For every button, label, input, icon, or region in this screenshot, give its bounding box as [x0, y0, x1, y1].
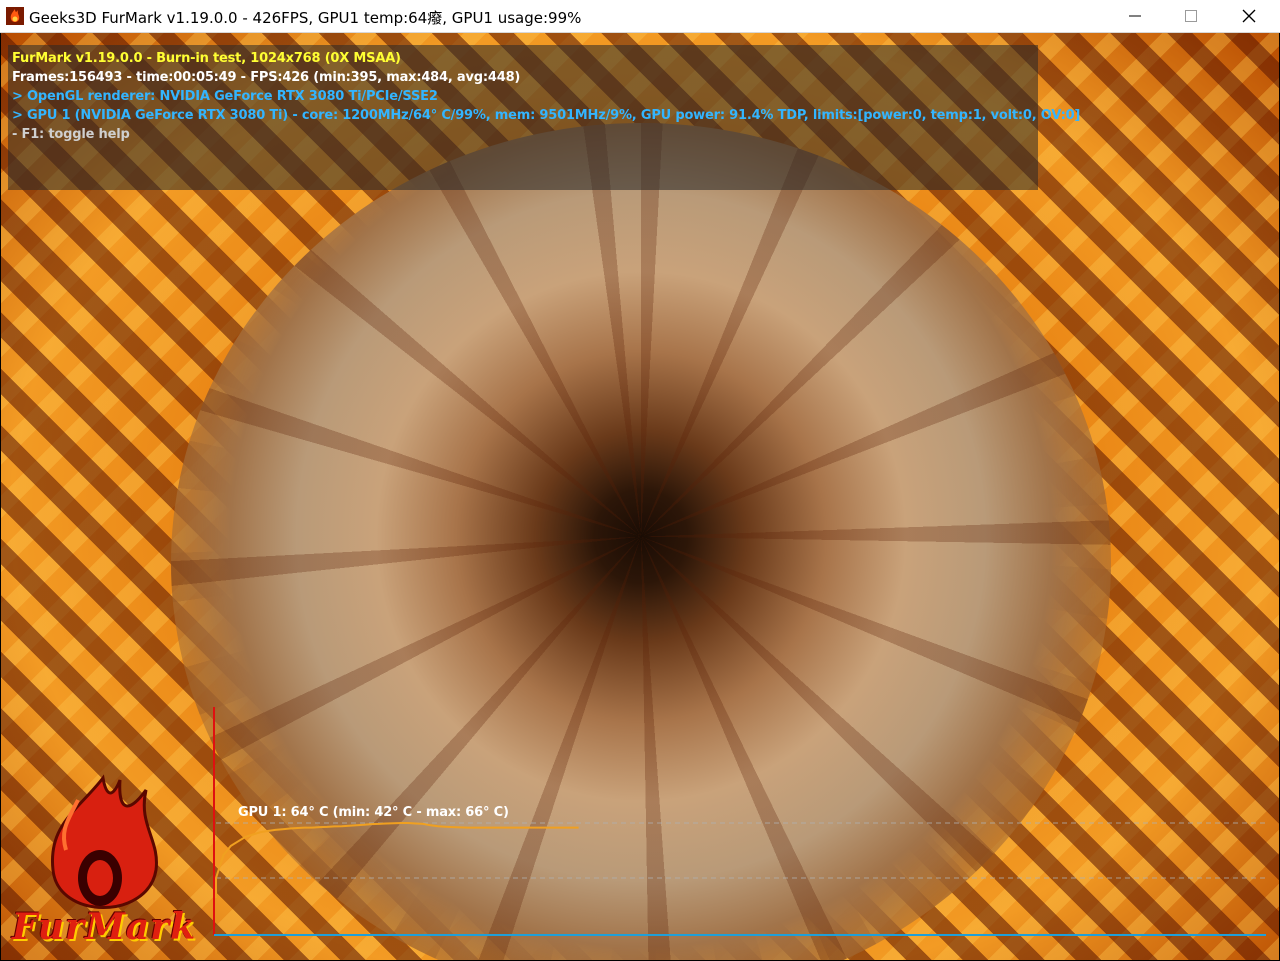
- minimize-button[interactable]: [1106, 0, 1164, 32]
- furmark-window: Geeks3D FurMark v1.19.0.0 - 426FPS, GPU1…: [0, 0, 1280, 961]
- title-bar[interactable]: Geeks3D FurMark v1.19.0.0 - 426FPS, GPU1…: [0, 0, 1280, 33]
- close-button[interactable]: [1220, 0, 1278, 32]
- overlay-frames-line: Frames:156493 - time:00:05:49 - FPS:426 …: [12, 70, 521, 85]
- minimize-icon: [1129, 10, 1141, 22]
- gpu-temp-label: GPU 1: 64° C (min: 42° C - max: 66° C): [238, 805, 509, 820]
- window-title: Geeks3D FurMark v1.19.0.0 - 426FPS, GPU1…: [29, 9, 582, 27]
- overlay-gpu-line: > GPU 1 (NVIDIA GeForce RTX 3080 Ti) - c…: [12, 108, 1081, 123]
- maximize-button[interactable]: [1162, 0, 1220, 32]
- furmark-app-icon: [6, 7, 24, 25]
- furmark-logo-text: FurMark: [12, 906, 197, 948]
- close-icon: [1242, 9, 1256, 23]
- overlay-help-line: - F1: toggle help: [12, 127, 130, 142]
- maximize-icon: [1185, 10, 1197, 22]
- temperature-graph: [213, 707, 1266, 936]
- overlay-renderer-line: > OpenGL renderer: NVIDIA GeForce RTX 30…: [12, 89, 438, 104]
- overlay-title-line: FurMark v1.19.0.0 - Burn-in test, 1024x7…: [12, 51, 401, 66]
- gpu-temp-curve: [215, 822, 579, 898]
